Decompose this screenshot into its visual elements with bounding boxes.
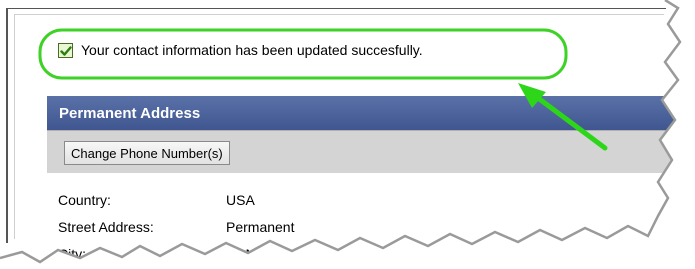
field-value: HAN	[226, 245, 256, 262]
field-label: Country:	[58, 191, 111, 208]
success-message: Your contact information has been update…	[81, 42, 423, 58]
page-inner-rule	[14, 14, 664, 15]
page-inner-rule-left	[14, 14, 15, 239]
panel-toolbar: Change Phone Number(s)	[47, 130, 687, 173]
field-row-city: City: HAN	[58, 240, 294, 267]
field-row-country: Country: USA	[58, 186, 294, 213]
checkbox-checked-icon	[58, 42, 73, 58]
field-row-street: Street Address: Permanent	[58, 213, 294, 240]
panel-title-text: Permanent Address	[59, 104, 201, 122]
field-value: USA	[226, 191, 255, 208]
success-notification: Your contact information has been update…	[58, 42, 423, 58]
change-phone-button[interactable]: Change Phone Number(s)	[64, 141, 230, 165]
page-border-top	[6, 8, 666, 9]
panel-title: Permanent Address	[47, 96, 687, 130]
field-value: Permanent	[226, 218, 295, 235]
field-label: City:	[58, 245, 86, 262]
page-border-left	[6, 8, 8, 243]
field-label: Street Address:	[58, 218, 154, 235]
address-fields: Country: USA Street Address: Permanent C…	[58, 186, 294, 267]
